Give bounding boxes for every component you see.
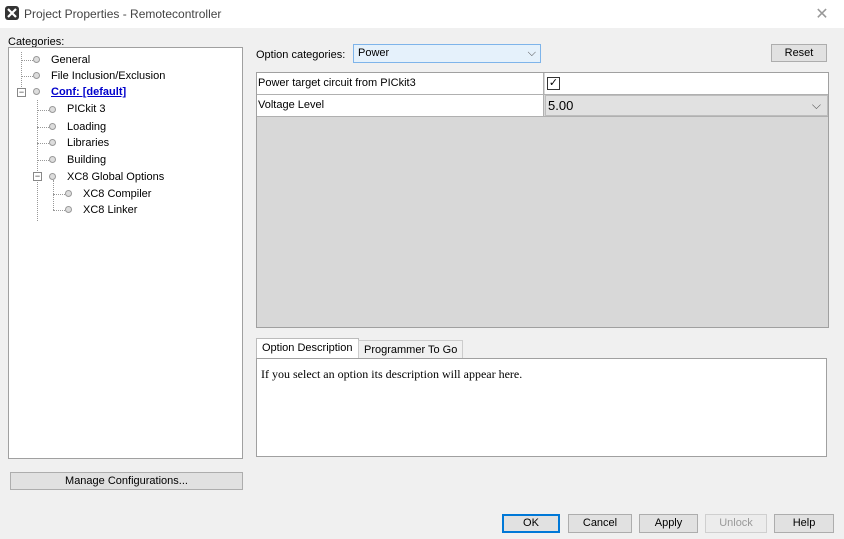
options-grid: Power target circuit from PICkit3 ✓ Volt… [256, 72, 829, 328]
option-categories-label: Option categories: [256, 49, 346, 61]
unlock-button[interactable]: Unlock [705, 514, 767, 533]
tree-item-label: XC8 Linker [83, 204, 138, 216]
collapse-icon[interactable]: − [17, 88, 26, 97]
tree-item-label: XC8 Global Options [67, 171, 165, 183]
tree-item-building[interactable]: Building [65, 152, 108, 168]
tree-item-label: Libraries [67, 137, 110, 149]
tree-item-label: Conf: [default] [51, 86, 127, 98]
node-icon [49, 123, 56, 130]
tree-line [37, 110, 49, 111]
tree-line [37, 143, 49, 144]
grid-row: Power target circuit from PICkit3 ✓ [257, 73, 828, 95]
tree-item-libraries[interactable]: Libraries [65, 135, 111, 151]
tree-line [21, 76, 33, 77]
node-icon [33, 88, 40, 95]
tree-item-label: Building [67, 154, 107, 166]
description-text: If you select an option its description … [261, 367, 523, 381]
tree-item-general[interactable]: General [49, 52, 92, 68]
tab-option-description[interactable]: Option Description [256, 338, 359, 359]
tree-item-conf-default[interactable]: Conf: [default] [49, 84, 128, 100]
node-icon [65, 206, 72, 213]
tree-line [53, 180, 54, 210]
tree-item-label: XC8 Compiler [83, 188, 152, 200]
help-button[interactable]: Help [774, 514, 834, 533]
tree-item-label: PICkit 3 [65, 103, 108, 115]
cancel-button[interactable]: Cancel [568, 514, 632, 533]
tree-item-label: File Inclusion/Exclusion [51, 70, 166, 82]
chevron-down-icon: ⌵ [811, 98, 821, 112]
power-target-checkbox[interactable]: ✓ [547, 77, 560, 90]
tree-item-label: Loading [67, 121, 107, 133]
window-title: Project Properties - Remotecontroller [24, 7, 222, 21]
tree-item-xc8-linker[interactable]: XC8 Linker [81, 202, 139, 218]
collapse-icon[interactable]: − [33, 172, 42, 181]
option-categories-select[interactable]: Power ⌵ [353, 44, 541, 63]
tree-line [37, 127, 49, 128]
tree-item-xc8-compiler[interactable]: XC8 Compiler [81, 186, 153, 202]
node-icon [33, 56, 40, 63]
tree-item-label: General [51, 54, 91, 66]
tree-line [53, 194, 65, 195]
grid-row-name: Voltage Level [257, 95, 544, 116]
grid-row-name: Power target circuit from PICkit3 [257, 73, 544, 94]
grid-row: Voltage Level 5.00 ⌵ [257, 95, 828, 117]
mplab-x-icon [5, 6, 19, 20]
voltage-level-value: 5.00 [548, 98, 574, 113]
manage-configurations-button[interactable]: Manage Configurations... [10, 472, 243, 490]
node-icon [65, 190, 72, 197]
tree-line [21, 60, 33, 61]
tree-line [53, 210, 65, 211]
tree-line [37, 160, 49, 161]
tree-item-xc8-global[interactable]: XC8 Global Options [65, 169, 166, 185]
node-icon [49, 173, 56, 180]
node-icon [49, 139, 56, 146]
tree-item-loading[interactable]: Loading [65, 119, 108, 135]
title-bar: Project Properties - Remotecontroller ✕ [0, 0, 844, 28]
reset-button[interactable]: Reset [771, 44, 827, 62]
node-icon [49, 106, 56, 113]
node-icon [49, 156, 56, 163]
option-categories-value: Power [358, 47, 390, 59]
apply-button[interactable]: Apply [639, 514, 698, 533]
grid-row-value: ✓ [545, 73, 828, 94]
close-icon[interactable]: ✕ [800, 0, 844, 28]
voltage-level-select[interactable]: 5.00 ⌵ [545, 95, 828, 116]
node-icon [33, 72, 40, 79]
tree-item-file-inclusion[interactable]: File Inclusion/Exclusion [49, 68, 167, 84]
categories-tree[interactable]: − − General File Inclusion/Exclusion Con… [8, 47, 243, 459]
ok-button[interactable]: OK [502, 514, 560, 533]
option-description-box: If you select an option its description … [256, 358, 827, 457]
tab-programmer-to-go[interactable]: Programmer To Go [358, 340, 464, 359]
chevron-down-icon: ⌵ [527, 47, 536, 59]
tree-item-pickit3[interactable]: PICkit 3 [65, 101, 108, 117]
